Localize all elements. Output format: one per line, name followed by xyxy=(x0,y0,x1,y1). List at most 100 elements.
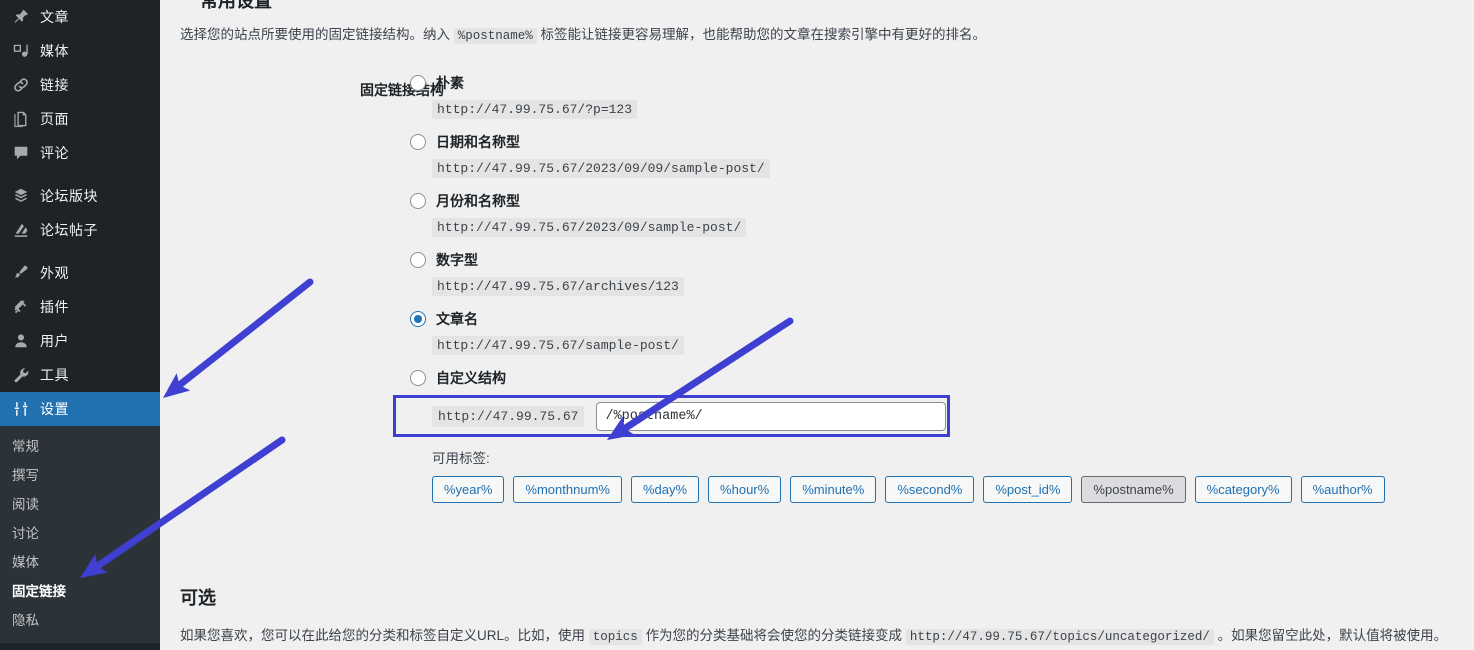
option-row-custom: 自定义结构 http://47.99.75.67 可用标签: %year% %mo… xyxy=(393,367,1385,503)
option-label-1[interactable]: 日期和名称型 xyxy=(436,132,520,152)
option-row-2: 月份和名称型 http://47.99.75.67/2023/09/sample-… xyxy=(410,190,1385,237)
common-settings-heading: 常用设置 xyxy=(200,0,272,11)
submenu-item-3[interactable]: 讨论 xyxy=(0,519,160,548)
sidebar-item-7[interactable]: 外观 xyxy=(0,256,160,290)
sidebar-item-1[interactable]: 媒体 xyxy=(0,34,160,68)
sidebar-item-3[interactable]: 页面 xyxy=(0,102,160,136)
radio-option-1[interactable] xyxy=(410,134,426,150)
sidebar-item-6[interactable]: 论坛帖子 xyxy=(0,213,160,247)
option-row-3: 数字型 http://47.99.75.67/archives/123 xyxy=(410,249,1385,296)
sidebar-menu: 文章媒体链接页面评论论坛版块论坛帖子外观插件用户工具设置 xyxy=(0,0,160,426)
user-icon xyxy=(11,331,31,351)
sidebar-item-label: 设置 xyxy=(40,401,69,417)
sidebar-item-label: 外观 xyxy=(40,265,69,281)
option-url-wrap-0: http://47.99.75.67/?p=123 xyxy=(410,94,1385,119)
submenu-item-4[interactable]: 媒体 xyxy=(0,548,160,577)
sidebar-item-label: 插件 xyxy=(40,299,69,315)
tag-button-8[interactable]: %category% xyxy=(1194,476,1292,503)
option-url-wrap-2: http://47.99.75.67/2023/09/sample-post/ xyxy=(410,212,1385,237)
tag-button-9[interactable]: %author% xyxy=(1300,476,1385,503)
comment-icon xyxy=(11,143,31,163)
radio-option-3[interactable] xyxy=(410,252,426,268)
tag-button-4[interactable]: %minute% xyxy=(790,476,877,503)
topics-code-tag: topics xyxy=(588,629,642,645)
main-content: 常用设置 选择您的站点所要使用的固定链接结构。纳入 %postname% 标签能… xyxy=(160,0,1474,650)
option-url-0: http://47.99.75.67/?p=123 xyxy=(432,100,638,119)
sidebar-item-label: 媒体 xyxy=(40,43,69,59)
sidebar-item-label: 论坛版块 xyxy=(40,188,98,204)
settings-sliders-icon xyxy=(11,399,31,419)
option-label-4[interactable]: 文章名 xyxy=(436,309,478,329)
sidebar-item-9[interactable]: 用户 xyxy=(0,324,160,358)
option-url-1: http://47.99.75.67/2023/09/09/sample-pos… xyxy=(432,159,770,178)
sidebar-item-0[interactable]: 文章 xyxy=(0,0,160,34)
topic-icon xyxy=(11,220,31,240)
sidebar-item-11[interactable]: 设置 xyxy=(0,392,160,426)
tools-wrench-icon xyxy=(11,365,31,385)
optional-section: 可选 如果您喜欢，您可以在此给您的分类和标签自定义URL。比如，使用 topic… xyxy=(180,588,1450,647)
option-url-wrap-4: http://47.99.75.67/sample-post/ xyxy=(410,330,1385,355)
optional-text-part-1: 如果您喜欢，您可以在此给您的分类和标签自定义URL。比如，使用 xyxy=(180,628,586,643)
tag-button-7[interactable]: %postname% xyxy=(1081,476,1186,503)
common-settings-description: 选择您的站点所要使用的固定链接结构。纳入 %postname% 标签能让链接更容… xyxy=(180,25,986,46)
sidebar-item-label: 链接 xyxy=(40,77,69,93)
forum-icon xyxy=(11,186,31,206)
topics-url-code-tag: http://47.99.75.67/topics/uncategorized/ xyxy=(905,629,1214,645)
tag-button-1[interactable]: %monthnum% xyxy=(513,476,622,503)
page-icon xyxy=(11,109,31,129)
option-label-0[interactable]: 朴素 xyxy=(436,73,464,93)
settings-submenu: 常规 撰写 阅读 讨论 媒体 固定链接 隐私 xyxy=(0,426,160,643)
sidebar-item-label: 文章 xyxy=(40,9,69,25)
option-label-3[interactable]: 数字型 xyxy=(436,250,478,270)
sidebar-separator xyxy=(0,247,160,256)
admin-sidebar: 文章 媒体 链接 页面 评论 论坛版块 论坛帖子 外观 插件 用户 工具 设置 常规 撰写 阅读 讨论 媒体固… xyxy=(0,0,160,650)
desc-text-part-2: 标签能让链接更容易理解，也能帮助您的文章在搜索引擎中有更好的排名。 xyxy=(540,27,987,42)
submenu-item-0[interactable]: 常规 xyxy=(0,432,160,461)
option-head-custom: 自定义结构 xyxy=(410,367,1385,389)
sidebar-item-label: 评论 xyxy=(40,145,69,161)
option-head-2: 月份和名称型 xyxy=(410,190,1385,212)
option-url-wrap-3: http://47.99.75.67/archives/123 xyxy=(410,271,1385,296)
sidebar-item-label: 论坛帖子 xyxy=(40,222,98,238)
tag-button-6[interactable]: %post_id% xyxy=(983,476,1073,503)
option-label-custom[interactable]: 自定义结构 xyxy=(436,368,506,388)
sidebar-item-4[interactable]: 评论 xyxy=(0,136,160,170)
permalink-structure-options: 朴素 http://47.99.75.67/?p=123 日期和名称型 http://… xyxy=(393,72,1385,515)
option-head-4: 文章名 xyxy=(410,308,1385,330)
pin-icon xyxy=(11,7,31,27)
sidebar-item-5[interactable]: 论坛版块 xyxy=(0,179,160,213)
available-tags-list: %year% %monthnum% %day% %hour% %minute% %seco… xyxy=(432,476,1385,503)
radio-option-2[interactable] xyxy=(410,193,426,209)
appearance-brush-icon xyxy=(11,263,31,283)
option-head-0: 朴素 xyxy=(410,72,1385,94)
radio-option-4[interactable] xyxy=(410,311,426,327)
optional-heading: 可选 xyxy=(180,588,216,608)
tag-button-3[interactable]: %hour% xyxy=(708,476,782,503)
sidebar-item-label: 页面 xyxy=(40,111,69,127)
tag-button-0[interactable]: %year% xyxy=(432,476,505,503)
submenu-item-1[interactable]: 撰写 xyxy=(0,461,160,490)
tag-button-5[interactable]: %second% xyxy=(885,476,975,503)
desc-text-part-1: 选择您的站点所要使用的固定链接结构。纳入 xyxy=(180,27,450,42)
option-head-3: 数字型 xyxy=(410,249,1385,271)
custom-structure-input[interactable] xyxy=(596,401,947,431)
radio-option-0[interactable] xyxy=(410,75,426,91)
option-url-3: http://47.99.75.67/archives/123 xyxy=(432,277,684,296)
option-label-2[interactable]: 月份和名称型 xyxy=(436,191,520,211)
available-tags-label: 可用标签: xyxy=(432,451,490,466)
tag-button-2[interactable]: %day% xyxy=(630,476,700,503)
option-row-1: 日期和名称型 http://47.99.75.67/2023/09/09/samp… xyxy=(410,131,1385,178)
radio-custom-structure[interactable] xyxy=(410,370,426,386)
submenu-item-2[interactable]: 阅读 xyxy=(0,490,160,519)
option-row-4: 文章名 http://47.99.75.67/sample-post/ xyxy=(410,308,1385,355)
plugin-icon xyxy=(11,297,31,317)
sidebar-separator xyxy=(0,170,160,179)
postname-code-tag: %postname% xyxy=(453,28,537,44)
custom-structure-fields: http://47.99.75.67 xyxy=(410,401,1385,431)
sidebar-item-2[interactable]: 链接 xyxy=(0,68,160,102)
submenu-item-6[interactable]: 隐私 xyxy=(0,606,160,635)
sidebar-item-10[interactable]: 工具 xyxy=(0,358,160,392)
sidebar-item-8[interactable]: 插件 xyxy=(0,290,160,324)
submenu-item-5[interactable]: 固定链接 xyxy=(0,577,160,606)
sidebar-item-label: 工具 xyxy=(40,367,69,383)
